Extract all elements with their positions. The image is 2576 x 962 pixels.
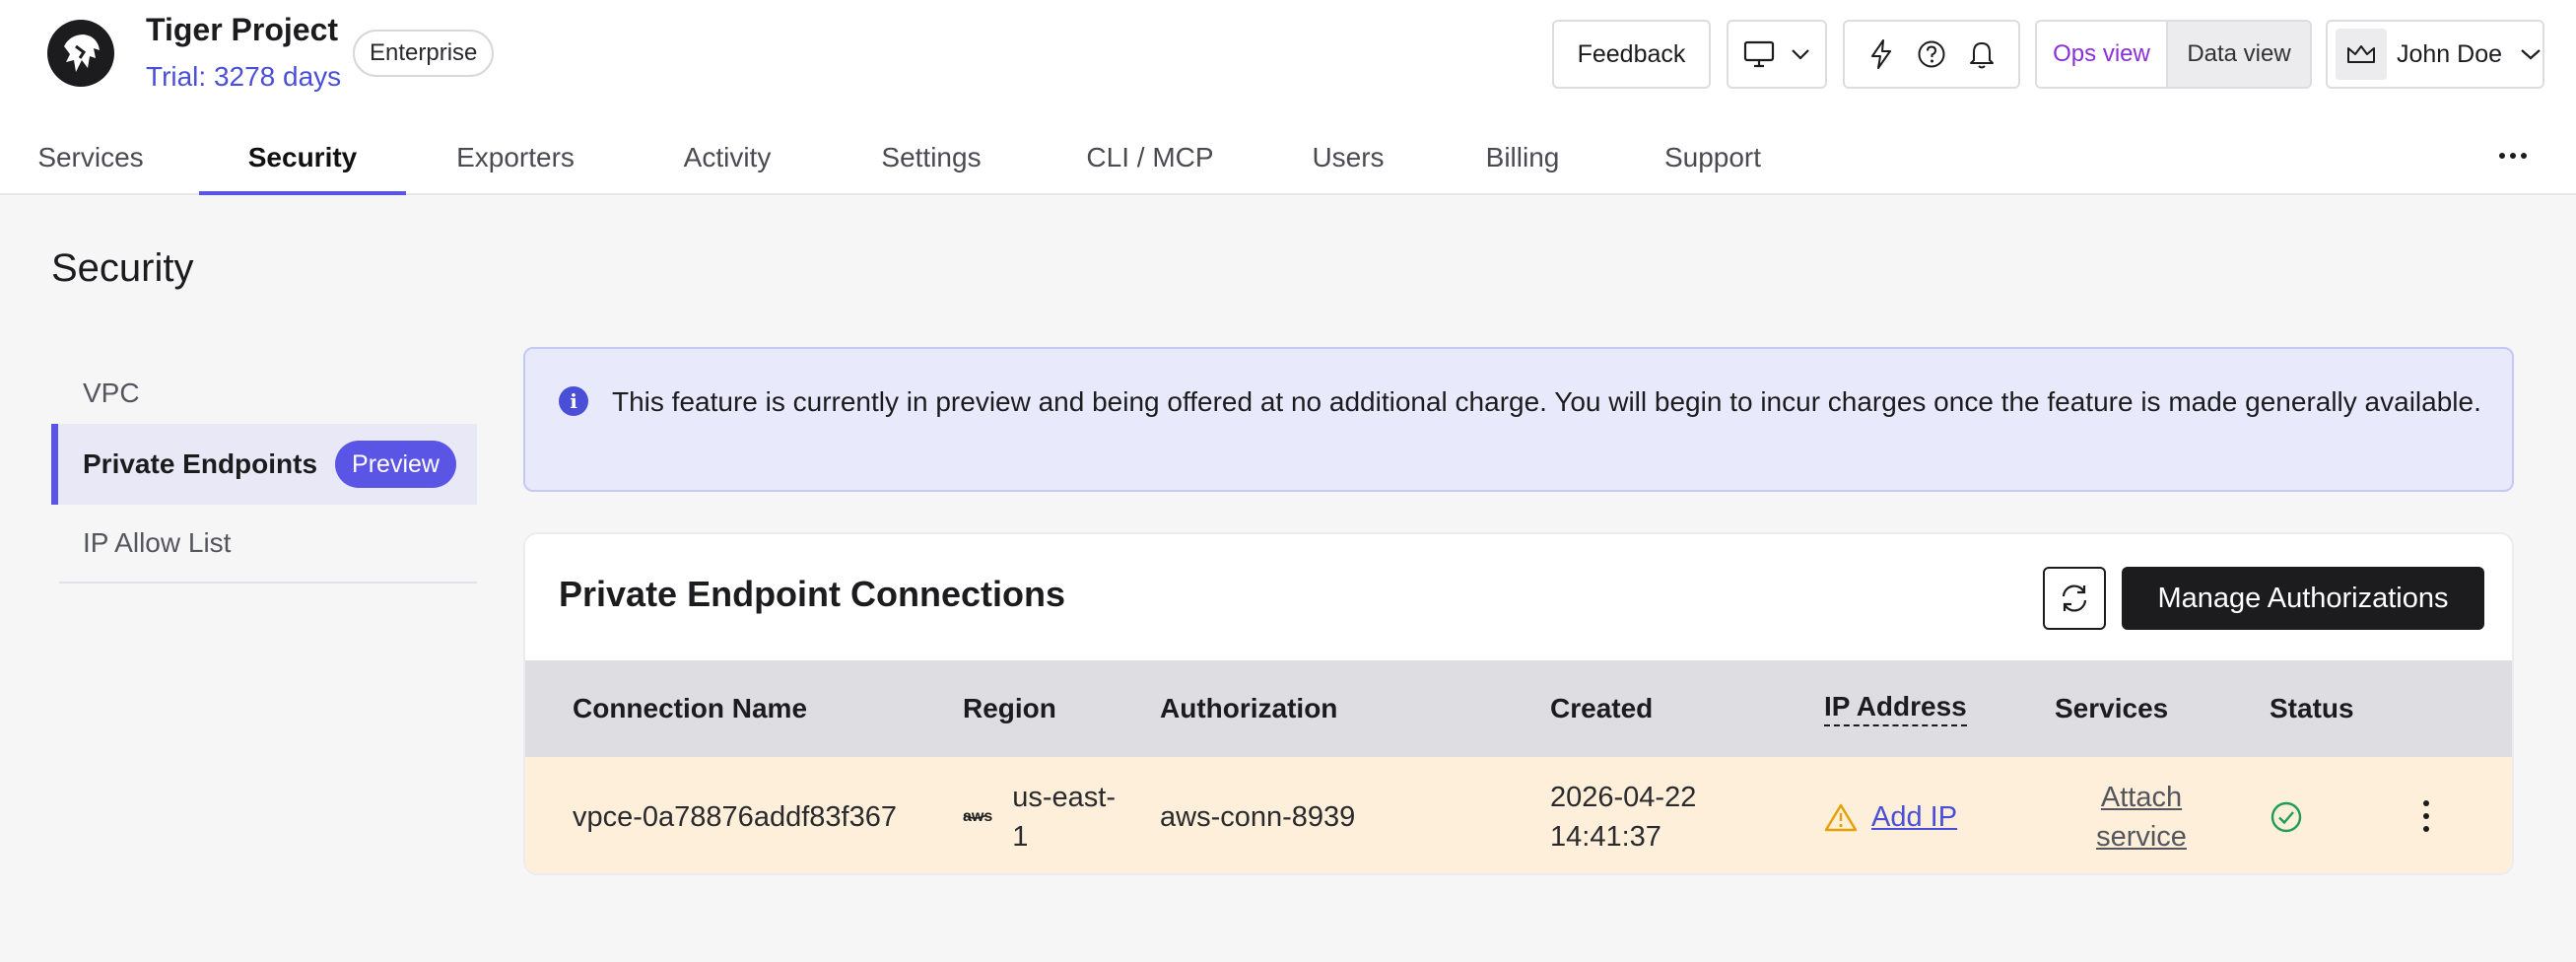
ip-address-cell: Add IP (1824, 757, 1957, 873)
tab-settings[interactable]: Settings (877, 128, 985, 195)
feedback-button[interactable]: Feedback (1552, 20, 1711, 89)
crown-icon (2347, 45, 2375, 63)
sidenav-item-label: IP Allow List (83, 527, 232, 558)
row-actions-icon[interactable] (2416, 796, 2436, 836)
region-value: us-east-1 (1012, 782, 1117, 853)
region-cell: aws us-east-1 (963, 757, 1130, 873)
chevron-down-icon (2521, 49, 2541, 60)
data-view-option[interactable]: Data view (2168, 22, 2310, 87)
avatar (2336, 29, 2387, 80)
tab-activity[interactable]: Activity (678, 128, 777, 195)
trial-days[interactable]: Trial: 3278 days (146, 61, 341, 93)
column-header: Services (2055, 693, 2169, 723)
display-menu-button[interactable] (1727, 20, 1827, 89)
warning-icon (1824, 803, 1858, 832)
aws-icon: aws (963, 797, 992, 837)
services-cell: Attach service (2082, 757, 2201, 873)
column-header: Authorization (1160, 693, 1338, 723)
tab-security[interactable]: Security (199, 128, 406, 195)
status-ok-icon (2271, 801, 2302, 833)
info-icon: i (559, 386, 588, 416)
tab-exporters[interactable]: Exporters (453, 128, 577, 195)
attach-service-link[interactable]: Attach service (2082, 778, 2201, 857)
aws-smile-icon (963, 814, 987, 819)
table-row[interactable]: vpce-0a78876addf83f367 aws us-east-1 aws… (525, 757, 2512, 873)
column-header-ip-address[interactable]: IP Address (1824, 660, 1967, 757)
card-title: Private Endpoint Connections (559, 574, 1066, 614)
ops-view-option[interactable]: Ops view (2037, 22, 2168, 87)
page-title: Security (51, 246, 194, 290)
refresh-button[interactable] (2043, 567, 2106, 630)
add-ip-link[interactable]: Add IP (1871, 797, 1957, 837)
connection-name: vpce-0a78876addf83f367 (573, 801, 897, 833)
banner-text: This feature is currently in preview and… (612, 386, 2481, 417)
sidenav-item-vpc[interactable]: VPC (51, 353, 477, 434)
created-value: 2026-04-22 14:41:37 (1550, 782, 1697, 853)
chevron-down-icon (1792, 49, 1809, 60)
column-header-label: IP Address (1824, 691, 1967, 726)
sidenav-divider (59, 582, 477, 584)
authorization-value: aws-conn-8939 (1160, 801, 1356, 833)
preview-badge: Preview (335, 441, 456, 488)
bell-icon[interactable] (1968, 38, 1996, 70)
sidenav-item-ip-allow-list[interactable]: IP Allow List (51, 503, 477, 584)
project-title: Tiger Project (146, 12, 339, 47)
tab-support[interactable]: Support (1661, 128, 1764, 195)
column-header: Created (1550, 693, 1654, 723)
sidenav-item-label: Private Endpoints (83, 448, 318, 479)
tab-users[interactable]: Users (1311, 128, 1386, 195)
tab-billing[interactable]: Billing (1482, 128, 1563, 195)
help-icon[interactable] (1917, 39, 1946, 69)
private-endpoint-connections-card: Private Endpoint Connections Manage Auth… (523, 532, 2514, 875)
tab-services[interactable]: Services (35, 128, 146, 195)
sidenav-item-private-endpoints[interactable]: Private Endpoints Preview (51, 424, 477, 505)
column-header: Region (963, 693, 1056, 723)
refresh-icon (2062, 584, 2087, 612)
top-header: Tiger Project Trial: 3278 days Enterpris… (0, 0, 2576, 195)
table-header: Connection Name Region Authorization Cre… (525, 660, 2512, 757)
sidenav-item-label: VPC (83, 378, 140, 408)
quick-actions-group (1843, 20, 2020, 89)
tab-cli-mcp[interactable]: CLI / MCP (1086, 128, 1214, 195)
view-toggle: Ops view Data view (2035, 20, 2312, 89)
manage-authorizations-button[interactable]: Manage Authorizations (2122, 567, 2484, 630)
column-header: Status (2270, 693, 2354, 723)
more-menu-icon[interactable] (2493, 136, 2533, 175)
user-name: John Doe (2397, 39, 2503, 68)
tiger-logo[interactable] (47, 20, 114, 87)
status-cell (2270, 757, 2303, 873)
tiger-logo-icon (64, 34, 100, 72)
plan-badge: Enterprise (353, 30, 495, 77)
column-header: Connection Name (573, 693, 808, 723)
lightning-icon[interactable] (1867, 38, 1895, 70)
user-menu-button[interactable]: John Doe (2326, 20, 2544, 89)
monitor-icon (1743, 40, 1775, 68)
preview-info-banner: i This feature is currently in preview a… (523, 347, 2514, 492)
